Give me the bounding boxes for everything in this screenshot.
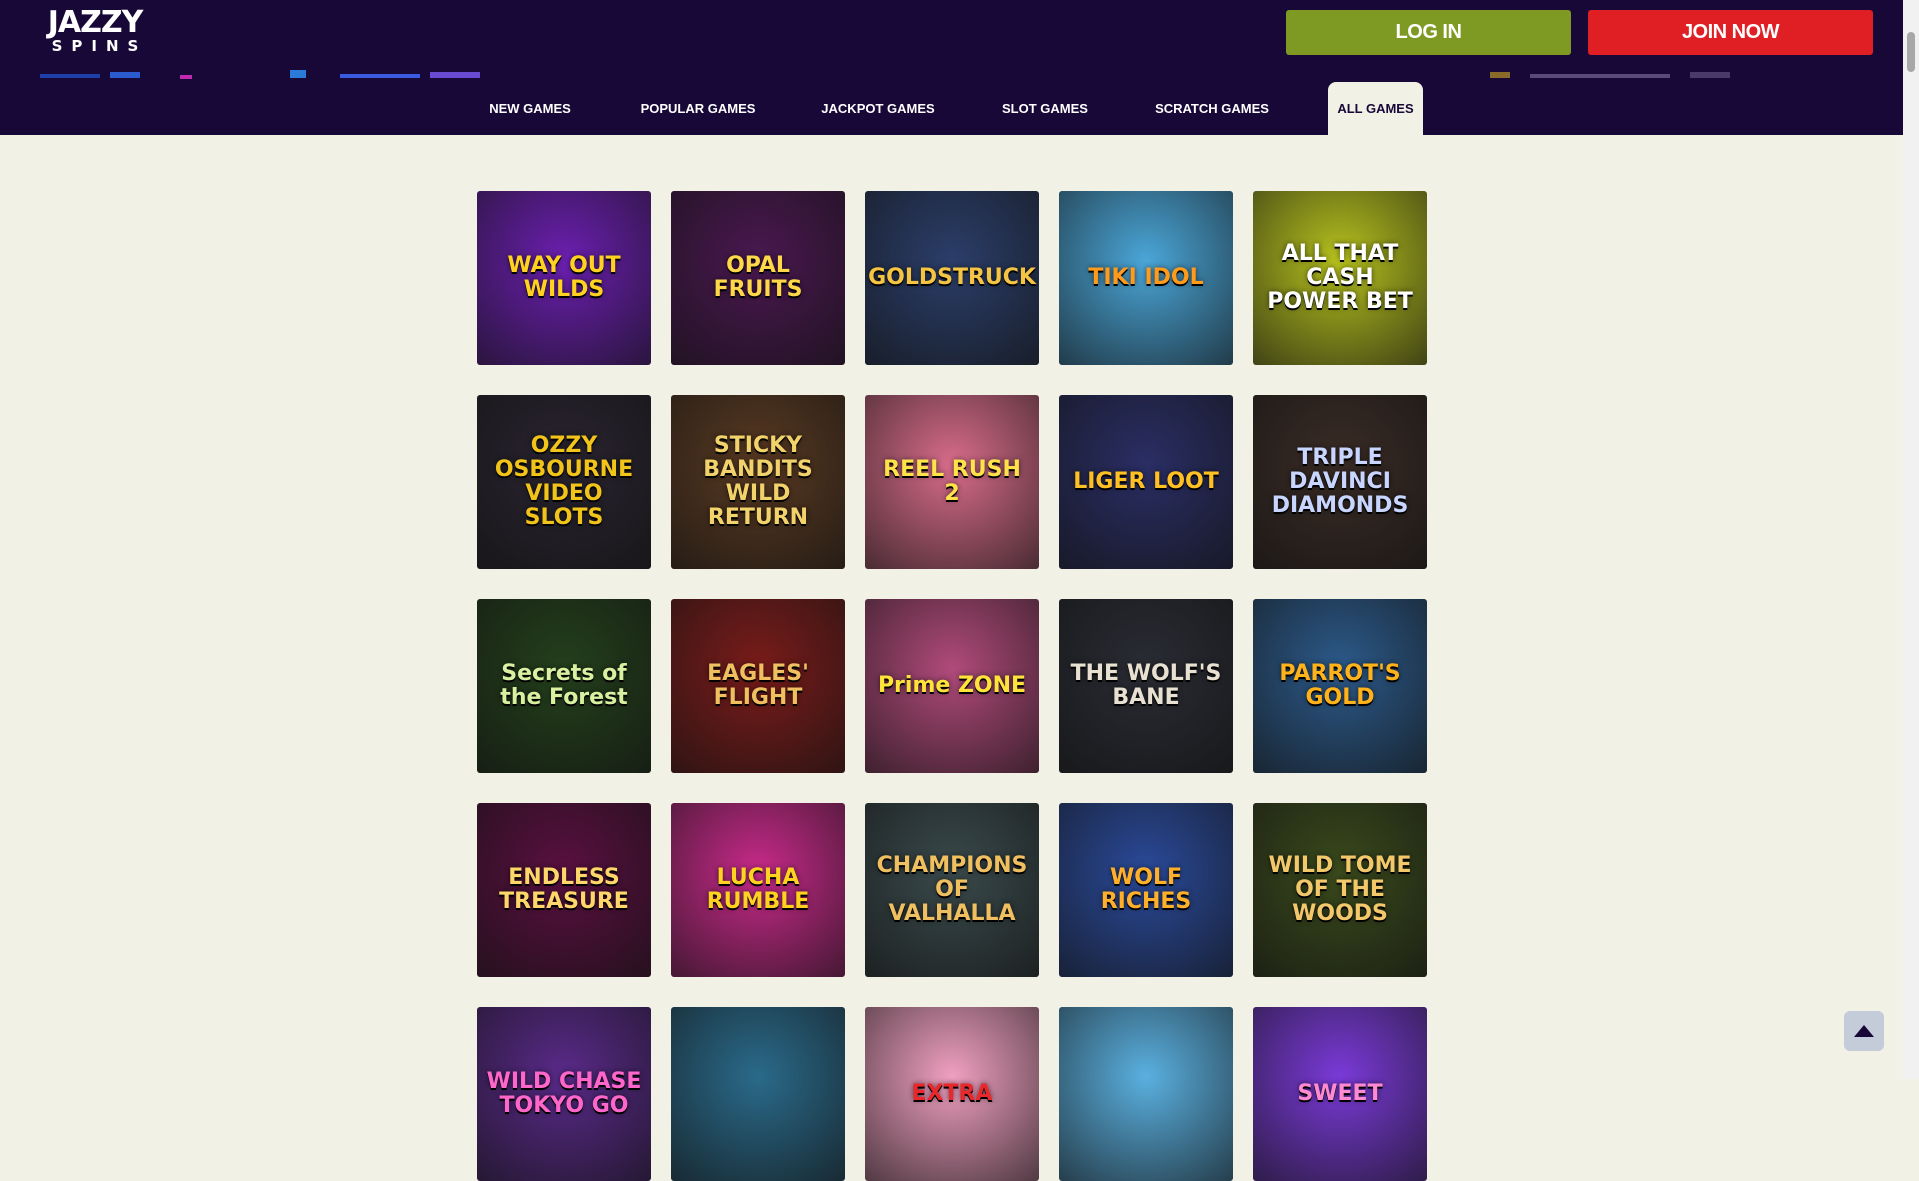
game-tile[interactable]: ALL THAT CASH POWER BET [1253,191,1427,365]
game-title: WILD TOME OF THE WOODS [1268,853,1412,926]
tab-jackpot-games[interactable]: JACKPOT GAMES [808,82,948,135]
game-title: REEL RUSH 2 [883,457,1021,506]
game-title: OPAL FRUITS [713,253,803,302]
game-tile[interactable] [1059,1007,1233,1181]
game-tile[interactable]: LIGER LOOT [1059,395,1233,569]
game-tile[interactable]: Prime ZONE [865,599,1039,773]
game-tile[interactable]: OZZY OSBOURNE VIDEO SLOTS [477,395,651,569]
game-title: TIKI IDOL [1088,265,1204,290]
game-tile[interactable]: WOLF RICHES [1059,803,1233,977]
site-header: JAZZY SPINS LOG IN JOIN NOW NEW GAMES PO… [0,0,1903,135]
game-title: STICKY BANDITS WILD RETURN [703,433,813,530]
tab-slot-games[interactable]: SLOT GAMES [990,82,1100,135]
game-title: TRIPLE DAVINCI DIAMONDS [1271,445,1409,518]
game-tile[interactable]: OPAL FRUITS [671,191,845,365]
game-tile[interactable]: Secrets of the Forest [477,599,651,773]
game-tile[interactable]: STICKY BANDITS WILD RETURN [671,395,845,569]
game-tile[interactable]: CHAMPIONS OF VALHALLA [865,803,1039,977]
header-decoration-right [1490,72,1730,78]
game-tile[interactable]: TRIPLE DAVINCI DIAMONDS [1253,395,1427,569]
header-decoration-left [40,70,480,79]
game-tile[interactable]: REEL RUSH 2 [865,395,1039,569]
game-title: ENDLESS TREASURE [499,865,629,914]
game-title: GOLDSTRUCK [868,265,1036,290]
game-title: LIGER LOOT [1073,469,1219,494]
arrow-up-icon [1854,1025,1874,1037]
game-title: ALL THAT CASH POWER BET [1267,241,1413,314]
tab-new-games[interactable]: NEW GAMES [470,82,590,135]
game-category-nav: NEW GAMES POPULAR GAMES JACKPOT GAMES SL… [0,82,1903,135]
game-tile[interactable]: EXTRA [865,1007,1039,1181]
game-title: Secrets of the Forest [500,661,628,710]
game-tile[interactable]: LUCHA RUMBLE [671,803,845,977]
game-title: PARROT'S GOLD [1279,661,1401,710]
game-title: EXTRA [911,1081,993,1106]
game-title: EAGLES' FLIGHT [707,661,809,710]
game-title: WOLF RICHES [1100,865,1192,914]
login-button[interactable]: LOG IN [1286,10,1571,55]
scroll-to-top-button[interactable] [1844,1011,1884,1051]
game-tile[interactable]: PARROT'S GOLD [1253,599,1427,773]
game-tile[interactable]: EAGLES' FLIGHT [671,599,845,773]
game-title: CHAMPIONS OF VALHALLA [876,853,1028,926]
tab-all-games[interactable]: ALL GAMES [1328,82,1423,135]
game-tile[interactable]: GOLDSTRUCK [865,191,1039,365]
game-tile[interactable]: TIKI IDOL [1059,191,1233,365]
game-title: WILD CHASE TOKYO GO [486,1069,642,1118]
tab-popular-games[interactable]: POPULAR GAMES [628,82,768,135]
game-tile[interactable]: ENDLESS TREASURE [477,803,651,977]
game-title: LUCHA RUMBLE [706,865,810,914]
game-title: THE WOLF'S BANE [1070,661,1222,710]
join-now-button[interactable]: JOIN NOW [1588,10,1873,55]
game-tile[interactable]: SWEET [1253,1007,1427,1181]
game-title: WAY OUT WILDS [507,253,621,302]
tab-scratch-games[interactable]: SCRATCH GAMES [1142,82,1282,135]
game-tile[interactable]: WILD TOME OF THE WOODS [1253,803,1427,977]
game-tile[interactable]: THE WOLF'S BANE [1059,599,1233,773]
game-tile[interactable]: WAY OUT WILDS [477,191,651,365]
scrollbar-thumb[interactable] [1907,32,1915,72]
game-tile[interactable]: WILD CHASE TOKYO GO [477,1007,651,1181]
game-tile[interactable] [671,1007,845,1181]
jazzy-spins-logo[interactable]: JAZZY SPINS [30,5,160,55]
page-scrollbar[interactable] [1903,0,1919,1079]
logo-line-2: SPINS [51,37,148,55]
game-title: SWEET [1297,1081,1383,1106]
logo-line-1: JAZZY [47,5,144,40]
game-title: Prime ZONE [877,673,1027,698]
game-title: OZZY OSBOURNE VIDEO SLOTS [494,433,634,530]
